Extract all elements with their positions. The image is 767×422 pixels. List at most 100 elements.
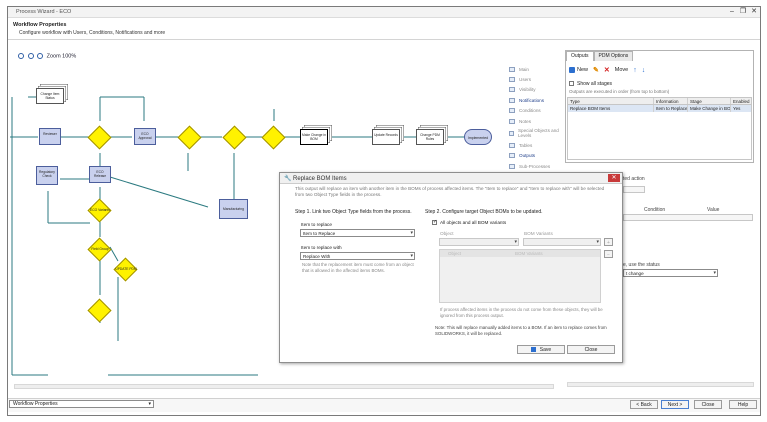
action-input[interactable] xyxy=(623,186,645,193)
save-button[interactable]: Save xyxy=(517,345,565,354)
nav-item-conditions[interactable]: Conditions xyxy=(509,106,559,116)
decision-update-pdm-label: UPDATE PDM xyxy=(115,267,137,271)
replace-with-label: Item to replace with xyxy=(301,245,342,250)
dialog-close-button[interactable]: Close xyxy=(567,345,615,354)
nav-item-users[interactable]: Users xyxy=(509,74,559,84)
notifications-icon xyxy=(509,97,515,103)
node-manufacturing[interactable]: Manufacturing xyxy=(219,199,248,219)
dialog-title-bar: 🔧 Replace BOM Items xyxy=(280,173,622,184)
col-information[interactable]: Information xyxy=(654,98,688,104)
tab-outputs[interactable]: Outputs xyxy=(566,51,594,61)
value-label: Value xyxy=(707,207,720,213)
replace-with-select[interactable]: Replace With ▾ xyxy=(300,252,415,260)
bom-variants-col-label: BOM Variants xyxy=(524,231,553,236)
item-to-replace-select[interactable]: Item to Replace ▾ xyxy=(300,229,415,237)
node-update-records[interactable]: Update Records xyxy=(372,129,400,145)
move-up-icon[interactable]: ↑ xyxy=(633,67,637,74)
tables-icon xyxy=(509,143,515,149)
dialog-close-icon[interactable]: ✕ xyxy=(608,174,620,182)
table-row[interactable]: Replace BOM Items Item to Replace Make C… xyxy=(568,105,751,112)
col-stage[interactable]: Stage xyxy=(688,98,731,104)
decision-field-group-label: Field Group xyxy=(91,247,109,251)
outputs-grid: Type Information Stage Enabled Replace B… xyxy=(567,97,752,160)
all-objects-box[interactable] xyxy=(432,219,437,226)
node-implemented[interactable]: Implemented xyxy=(464,129,492,145)
node-make-change-in-bom[interactable]: Make Change in BOM xyxy=(300,129,328,145)
nav-item-main[interactable]: Main xyxy=(509,64,559,74)
cell-type: Replace BOM Items xyxy=(568,105,654,112)
status-select[interactable]: t change ▾ xyxy=(623,269,718,277)
new-icon xyxy=(569,67,575,73)
page-header: Workflow Properties Configure workflow w… xyxy=(8,18,760,40)
chevron-down-icon: ▾ xyxy=(148,401,151,407)
show-all-stages-box[interactable] xyxy=(569,81,574,87)
outputs-tabs: Outputs PDM Options xyxy=(566,51,634,61)
object-col-label: Object xyxy=(440,231,454,236)
all-objects-checkbox[interactable]: All objects and all BOM variants xyxy=(432,219,506,226)
object-variants-list[interactable] xyxy=(439,249,601,303)
new-output-button[interactable]: New xyxy=(569,67,588,73)
panel-horizontal-scrollbar[interactable] xyxy=(567,382,754,387)
nav-item-special-objects[interactable]: Special Objects and Levels xyxy=(509,126,559,140)
close-button[interactable]: Close xyxy=(694,400,722,409)
delete-icon[interactable]: ✕ xyxy=(604,66,610,74)
list-col-object: Object xyxy=(448,251,462,256)
page-title: Workflow Properties xyxy=(13,22,67,28)
condition-input[interactable] xyxy=(623,214,753,221)
main-icon xyxy=(509,66,515,72)
dialog-description: This output will replace an item with an… xyxy=(295,186,605,197)
nav-item-tables[interactable]: Tables xyxy=(509,140,559,150)
node-change-pdm-rules[interactable]: Change PDM Rules xyxy=(416,129,444,145)
help-button[interactable]: Help xyxy=(729,400,757,409)
bottom-note: Note: This will replace manually added i… xyxy=(435,325,607,336)
wrench-icon: 🔧 xyxy=(284,176,292,182)
back-button[interactable]: < Back xyxy=(630,400,658,409)
window-title: Process Wizard - ECO xyxy=(16,9,72,15)
bom-variants-select[interactable]: ▾ xyxy=(523,238,601,246)
node-eco-approval[interactable]: ECO Approval xyxy=(134,128,156,145)
outputs-icon xyxy=(509,153,515,159)
title-bar: Process Wizard - ECO – ❐ ✕ xyxy=(8,7,760,18)
node-change-item-status[interactable]: Change Item Status xyxy=(36,88,64,104)
section-select[interactable]: Workflow Properties ▾ xyxy=(9,400,154,408)
outputs-grid-header: Type Information Stage Enabled xyxy=(568,98,751,105)
step1-heading: Step 1. Link two Object Type fields from… xyxy=(295,209,412,215)
properties-nav: Main Users Visibility Notifications Cond… xyxy=(509,64,559,172)
close-window-button[interactable]: ✕ xyxy=(749,8,759,16)
next-button[interactable]: Next > xyxy=(661,400,689,409)
save-icon xyxy=(530,347,536,353)
node-eco-release[interactable]: ECO Release xyxy=(89,166,111,183)
restore-button[interactable]: ❐ xyxy=(738,8,748,16)
cell-information: Item to Replace xyxy=(656,105,688,112)
outputs-toolbar: New ✎ ✕ Move ↑ ↓ xyxy=(569,66,645,74)
show-all-stages-checkbox[interactable]: Show all stages xyxy=(569,81,612,87)
nav-item-notes[interactable]: Notes xyxy=(509,116,559,126)
move-down-icon[interactable]: ↓ xyxy=(642,67,646,74)
chevron-down-icon: ▾ xyxy=(410,253,413,259)
nav-item-outputs[interactable]: Outputs xyxy=(509,151,559,161)
tab-pdm-options[interactable]: PDM Options xyxy=(593,51,634,61)
col-enabled[interactable]: Enabled xyxy=(731,98,751,104)
canvas-horizontal-scrollbar[interactable] xyxy=(14,384,554,389)
node-reviewer[interactable]: Reviewer xyxy=(39,128,61,145)
nav-item-sub-processes[interactable]: Sub-Processes xyxy=(509,161,559,171)
remove-object-button[interactable]: − xyxy=(604,250,613,258)
edit-icon[interactable]: ✎ xyxy=(593,66,599,74)
add-object-button[interactable]: + xyxy=(604,238,613,246)
page-subtitle: Configure workflow with Users, Condition… xyxy=(19,30,166,36)
conditions-icon xyxy=(509,108,515,114)
condition-label: Condition xyxy=(644,207,666,213)
nav-item-notifications[interactable]: Notifications xyxy=(509,95,559,105)
chevron-down-icon: ▾ xyxy=(596,239,599,245)
move-label: Move xyxy=(614,67,629,73)
list-col-bom-variants: BOM Variants xyxy=(515,251,543,256)
special-objects-icon xyxy=(509,130,514,136)
dialog-title: Replace BOM Items xyxy=(293,175,347,182)
minimize-button[interactable]: – xyxy=(727,8,737,16)
nav-item-visibility[interactable]: Visibility xyxy=(509,85,559,95)
step2-note: If process affected items in the process… xyxy=(440,307,603,318)
node-regulatory-check[interactable]: Regulatory Check xyxy=(36,166,58,185)
cell-stage: Make Change in BOM xyxy=(690,105,731,112)
object-select[interactable]: ▾ xyxy=(439,238,519,246)
col-type[interactable]: Type xyxy=(568,98,654,104)
